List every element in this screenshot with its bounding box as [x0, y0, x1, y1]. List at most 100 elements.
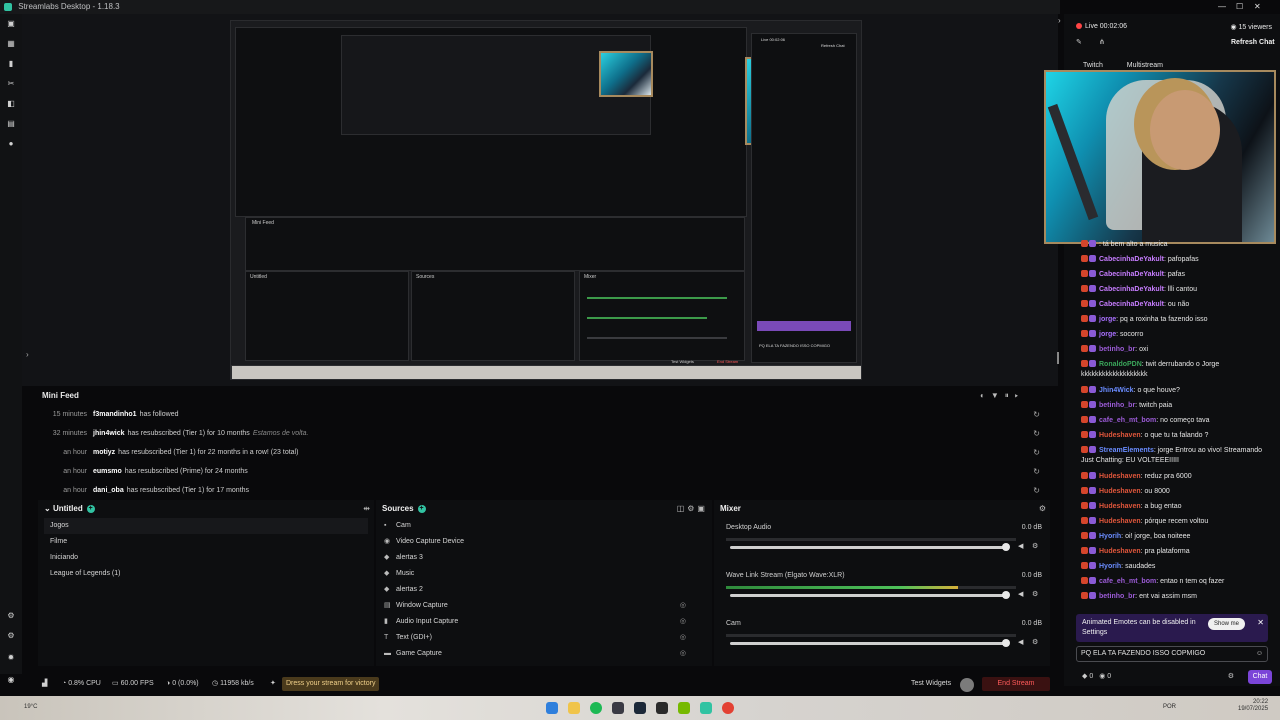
chat-username[interactable]: jorge — [1099, 316, 1116, 323]
weather-widget[interactable]: 19°C — [24, 704, 37, 710]
visibility-icon[interactable]: ◎ — [680, 646, 686, 662]
spotify-icon[interactable] — [590, 702, 602, 714]
volume-slider[interactable] — [730, 591, 1010, 599]
source-item[interactable]: ▤ Window Capture ◎ — [384, 598, 690, 614]
chat-settings-icon[interactable]: ⚙ — [1228, 670, 1234, 684]
settings-gear-icon[interactable]: ⚙ — [7, 612, 15, 620]
chat-username[interactable]: CabecinhaDeYakult — [1099, 286, 1164, 293]
visibility-icon[interactable]: ◎ — [680, 598, 686, 614]
steam-icon[interactable] — [634, 702, 646, 714]
chat-username[interactable]: Hudeshaven — [1099, 473, 1141, 480]
chat-username[interactable]: Hudeshaven — [1099, 432, 1141, 439]
source-item[interactable]: ▪ Cam — [384, 518, 690, 534]
speaker-icon[interactable]: ◀ — [1018, 590, 1023, 598]
avatar[interactable] — [960, 678, 974, 692]
emoji-icon[interactable]: ☺ — [1256, 647, 1263, 661]
gear-icon[interactable]: ⚙ — [1032, 638, 1038, 646]
scene-item[interactable]: Iniciando — [44, 550, 368, 566]
add-source-icon[interactable]: + — [417, 504, 426, 513]
source-item[interactable]: ◆ alertas 2 — [384, 582, 690, 598]
source-item[interactable]: ◉ Video Capture Device — [384, 534, 690, 550]
visibility-icon[interactable]: ◎ — [680, 630, 686, 646]
volume-knob[interactable] — [1002, 639, 1010, 647]
chat-input[interactable]: PQ ELA TA FAZENDO ISSO COPMIGO ☺ — [1076, 646, 1268, 662]
scene-transition-icon[interactable]: ⇹ — [363, 504, 370, 513]
file-explorer-icon[interactable] — [568, 702, 580, 714]
share-icon[interactable]: ⋔ — [1099, 38, 1105, 46]
test-widgets-button[interactable]: Test Widgets — [911, 674, 951, 694]
chat-username[interactable]: CabecinhaDeYakult — [1099, 301, 1164, 308]
volume-slider[interactable] — [730, 543, 1010, 551]
studio-icon[interactable]: ▮ — [7, 60, 15, 68]
repeat-alert-icon[interactable]: ↻ — [1033, 406, 1040, 424]
chat-username[interactable]: Hyorih — [1099, 563, 1121, 570]
chat-username[interactable]: Hudeshaven — [1099, 503, 1141, 510]
refresh-chat-button[interactable]: Refresh Chat — [1231, 39, 1275, 46]
windows-start-icon[interactable] — [546, 702, 558, 714]
points-icon[interactable]: ◉ — [1099, 673, 1105, 680]
layout-icon[interactable]: ▦ — [7, 40, 15, 48]
scene-item[interactable]: League of Legends (1) — [44, 566, 368, 582]
mixer-settings-icon[interactable]: ⚙ — [1039, 504, 1046, 513]
nvidia-icon[interactable] — [678, 702, 690, 714]
resize-handle[interactable] — [1057, 352, 1059, 364]
store-icon[interactable]: ◧ — [7, 100, 15, 108]
volume-knob[interactable] — [1002, 543, 1010, 551]
chat-username[interactable]: jorge — [1099, 331, 1116, 338]
user-icon[interactable]: ◉ — [7, 676, 15, 684]
tools-icon[interactable]: ✂ — [7, 80, 15, 88]
collapse-chat-icon[interactable]: › — [1058, 16, 1061, 25]
end-stream-button[interactable]: End Stream — [982, 677, 1050, 691]
minimize-icon[interactable]: — — [1218, 2, 1226, 11]
repeat-alert-icon[interactable]: ↻ — [1033, 444, 1040, 462]
app-icon[interactable] — [612, 702, 624, 714]
volume-slider[interactable] — [730, 639, 1010, 647]
chat-username[interactable]: betinho_br — [1099, 346, 1135, 353]
close-icon[interactable]: ✕ — [1254, 2, 1261, 11]
bits-icon[interactable]: ◆ — [1082, 673, 1087, 680]
source-tools-icon[interactable]: ◫⚙▣ — [677, 504, 708, 513]
repeat-alert-icon[interactable]: ↻ — [1033, 463, 1040, 481]
highlighter-icon[interactable]: ● — [7, 140, 15, 148]
gear-icon[interactable]: ⚙ — [1032, 542, 1038, 550]
app-icon[interactable] — [656, 702, 668, 714]
language-indicator[interactable]: POR — [1163, 704, 1176, 710]
chat-username[interactable]: Hudeshaven — [1099, 518, 1141, 525]
source-item[interactable]: ▬ Game Capture ◎ — [384, 646, 690, 662]
repeat-alert-icon[interactable]: ↻ — [1033, 482, 1040, 496]
chat-username[interactable]: cafe_eh_mt_bom — [1099, 417, 1156, 424]
chat-username[interactable]: Hudeshaven — [1099, 488, 1141, 495]
edit-icon[interactable]: ✎ — [1076, 38, 1082, 46]
speaker-icon[interactable]: ◀ — [1018, 638, 1023, 646]
volume-knob[interactable] — [1002, 591, 1010, 599]
chat-username[interactable]: RonaldoPDN — [1099, 361, 1142, 368]
streamlabs-icon[interactable] — [700, 702, 712, 714]
chrome-icon[interactable] — [722, 702, 734, 714]
speaker-icon[interactable]: ◀ — [1018, 542, 1023, 550]
chat-username[interactable]: Hyorih — [1099, 533, 1121, 540]
source-item[interactable]: ◆ Music — [384, 566, 690, 582]
performance-icon[interactable]: ▟ — [42, 674, 47, 694]
repeat-alert-icon[interactable]: ↻ — [1033, 425, 1040, 443]
chat-send-button[interactable]: Chat — [1248, 670, 1272, 684]
add-scene-icon[interactable]: + — [86, 504, 95, 513]
stream-preview[interactable]: Mini Feed Untitled Sources Mixer Live 00… — [230, 20, 862, 380]
gear-icon[interactable]: ✹ — [7, 654, 15, 662]
chat-username[interactable]: CabecinhaDeYakult — [1099, 271, 1164, 278]
tab-multistream[interactable]: Multistream — [1127, 62, 1163, 69]
mini-feed-tools[interactable]: ◐▼⏸▸ — [980, 391, 1024, 401]
dress-stream-button[interactable]: Dress your stream for victory — [282, 677, 380, 691]
source-item[interactable]: T Text (GDI+) ◎ — [384, 630, 690, 646]
scene-item[interactable]: Filme — [44, 534, 368, 550]
scene-item[interactable]: Jogos — [44, 518, 368, 534]
chat-username[interactable]: StreamElements — [1099, 447, 1154, 454]
settings-alt-icon[interactable]: ⚙ — [7, 632, 15, 640]
source-item[interactable]: ◆ alertas 3 — [384, 550, 690, 566]
chat-username[interactable]: CabecinhaDeYakult — [1099, 256, 1164, 263]
source-item[interactable]: ▮ Audio Input Capture ◎ — [384, 614, 690, 630]
visibility-icon[interactable]: ◎ — [680, 614, 686, 630]
chat-username[interactable]: betinho_br — [1099, 593, 1135, 600]
chat-username[interactable]: betinho_br — [1099, 402, 1135, 409]
apps-icon[interactable]: ▤ — [7, 120, 15, 128]
editor-icon[interactable]: ▣ — [7, 20, 15, 28]
